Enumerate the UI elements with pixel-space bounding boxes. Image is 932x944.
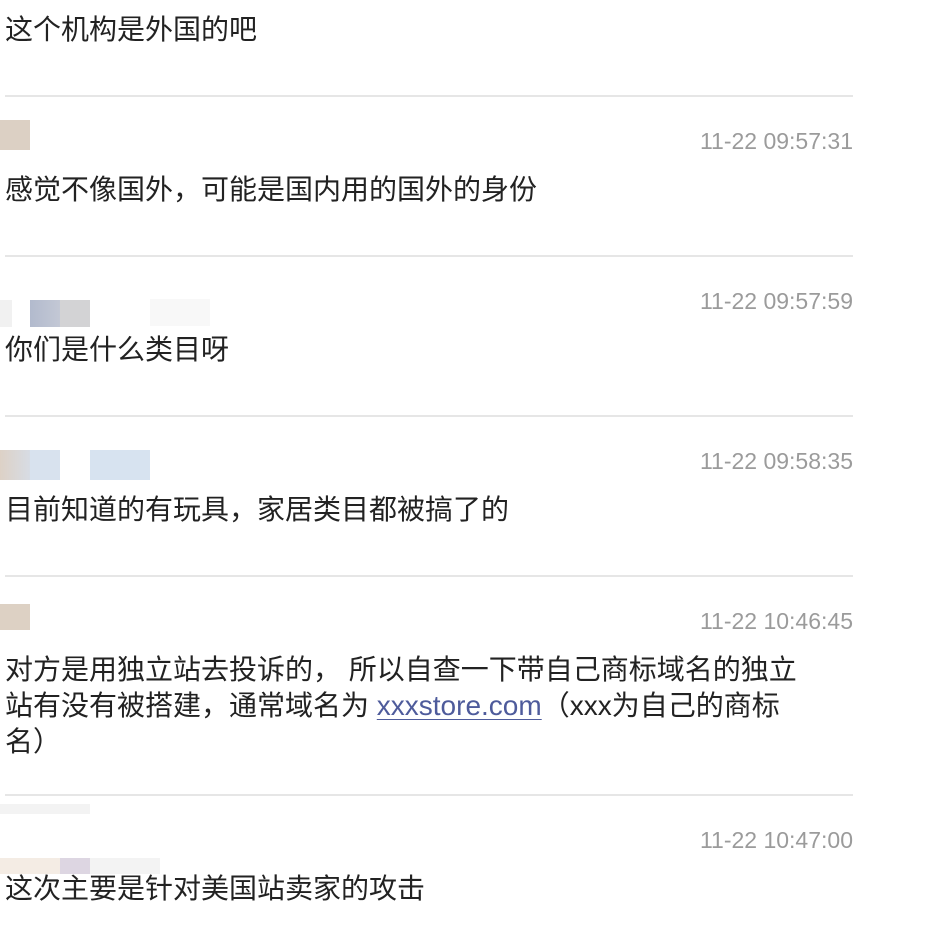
username-redacted — [150, 299, 210, 326]
comment-thread: 这个机构是外国的吧 11-22 09:57:31 感觉不像国外，可能是国内用的国… — [0, 0, 853, 907]
comment-text: 感觉不像国外，可能是国内用的国外的身份 — [5, 174, 538, 205]
message-text: 这个机构是外国的吧 — [5, 14, 258, 45]
username-redacted[interactable] — [30, 300, 60, 327]
comment-item: 11-22 09:57:59 你们是什么类目呀 — [0, 255, 853, 415]
username-redacted[interactable] — [30, 450, 60, 480]
comment-timestamp: 11-22 10:47:00 — [699, 827, 853, 853]
comment-text: 目前知道的有玩具，家居类目都被搞了的 — [5, 494, 510, 525]
avatar[interactable] — [0, 858, 60, 874]
comment-timestamp: 11-22 10:46:45 — [699, 608, 853, 634]
comment-item: 11-22 09:57:31 感觉不像国外，可能是国内用的国外的身份 — [0, 95, 853, 255]
avatar[interactable] — [0, 450, 30, 480]
comment-text: 对方是用独立站去投诉的， 所以自查一下带自己商标域名的独立站有没有被搭建，通常域… — [5, 652, 805, 760]
avatar[interactable] — [0, 120, 30, 150]
username-redacted[interactable] — [90, 450, 150, 480]
comment-timestamp: 11-22 09:58:35 — [699, 448, 853, 474]
comment-timestamp: 11-22 09:57:59 — [699, 288, 853, 314]
username-redacted[interactable] — [90, 858, 160, 874]
avatar[interactable] — [0, 300, 12, 327]
previous-message: 这个机构是外国的吧 — [5, 0, 853, 95]
comment-item: 11-22 10:47:00 这次主要是针对美国站卖家的攻击 — [0, 794, 853, 907]
comment-item: 11-22 09:58:35 目前知道的有玩具，家居类目都被搞了的 — [0, 415, 853, 575]
comment-item: 11-22 10:46:45 对方是用独立站去投诉的， 所以自查一下带自己商标域… — [0, 575, 853, 794]
domain-link[interactable]: xxxstore.com — [377, 690, 542, 721]
comment-text: 你们是什么类目呀 — [5, 334, 230, 365]
username-redacted[interactable] — [60, 300, 90, 327]
username-redacted — [0, 804, 90, 814]
comment-text: 这次主要是针对美国站卖家的攻击 — [5, 873, 426, 904]
username-redacted[interactable] — [60, 858, 90, 874]
comment-timestamp: 11-22 09:57:31 — [699, 128, 853, 154]
avatar[interactable] — [0, 604, 30, 630]
